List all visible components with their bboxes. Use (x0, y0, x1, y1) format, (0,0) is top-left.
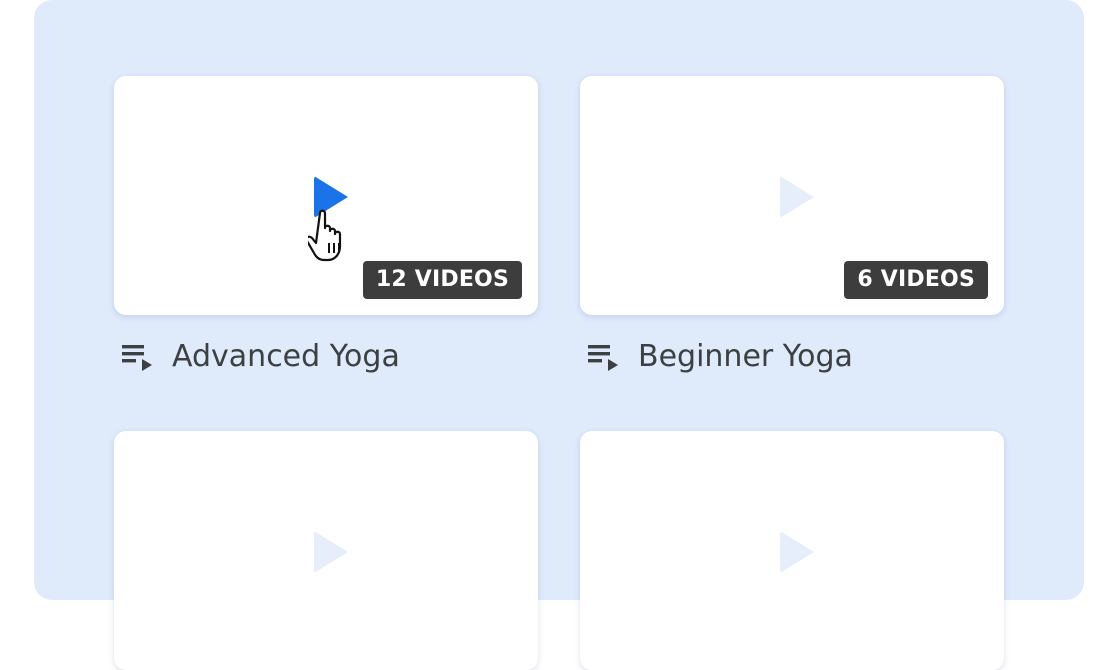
playlist-thumbnail-beginner-yoga[interactable]: 6 VIDEOS (580, 76, 1004, 315)
playlist-title-row[interactable]: Beginner Yoga (586, 336, 853, 376)
play-icon[interactable] (780, 176, 814, 218)
playlist-title-row[interactable]: Advanced Yoga (120, 336, 400, 376)
video-count-badge: 6 VIDEOS (844, 261, 988, 299)
playlist-play-icon (122, 345, 152, 371)
playlist-thumbnail[interactable] (114, 431, 538, 670)
play-icon[interactable] (780, 531, 814, 573)
play-icon[interactable] (314, 531, 348, 573)
playlist-title[interactable]: Beginner Yoga (638, 339, 853, 374)
playlist-play-icon (588, 345, 618, 371)
playlist-title[interactable]: Advanced Yoga (172, 339, 400, 374)
video-count-badge: 12 VIDEOS (362, 261, 522, 299)
playlist-thumbnail-advanced-yoga[interactable]: 12 VIDEOS (114, 76, 538, 315)
playlist-thumbnail[interactable] (580, 431, 1004, 670)
play-icon[interactable] (314, 176, 348, 218)
